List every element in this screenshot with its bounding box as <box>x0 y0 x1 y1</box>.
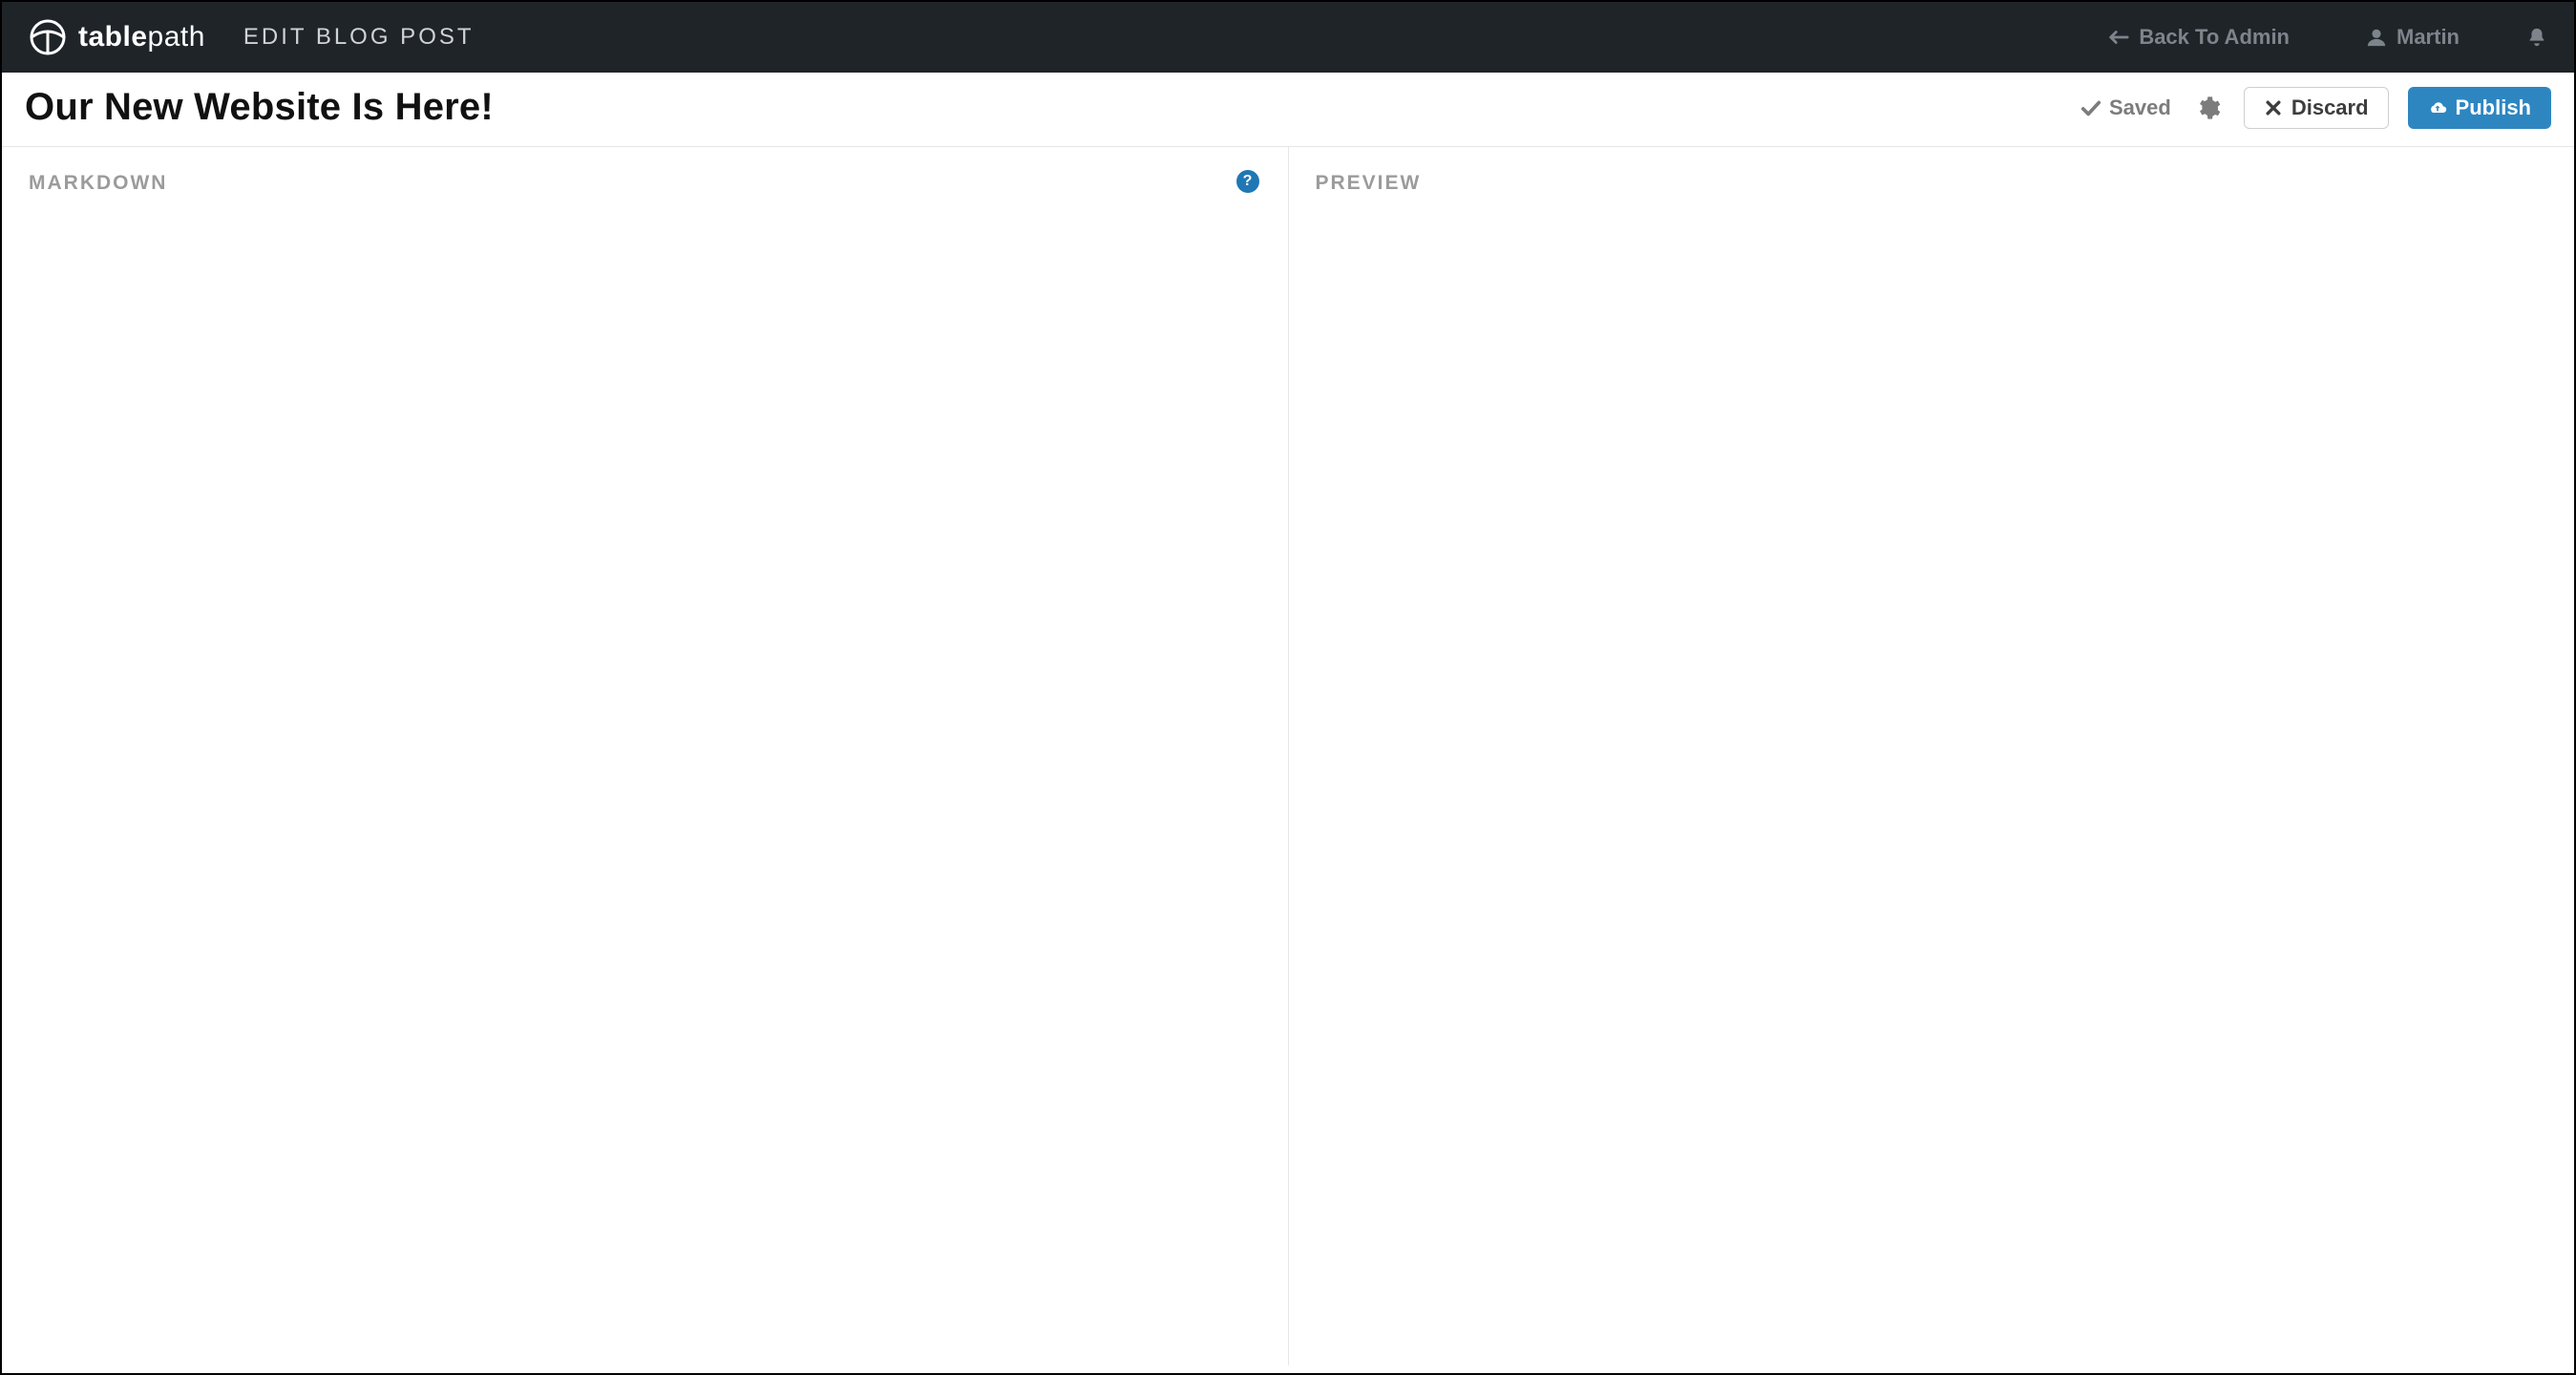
settings-button[interactable] <box>2190 95 2225 121</box>
markdown-pane[interactable]: MARKDOWN ? <box>2 147 1288 1365</box>
discard-button-label: Discard <box>2291 97 2369 118</box>
save-status-label: Saved <box>2109 95 2171 120</box>
top-bar: tablepath EDIT BLOG POST Back To Admin M… <box>2 2 2574 73</box>
page-context: EDIT BLOG POST <box>243 24 475 51</box>
publish-button-label: Publish <box>2456 97 2531 118</box>
brand-logo-icon <box>29 18 67 56</box>
preview-pane: PREVIEW <box>1288 147 2575 1365</box>
user-name: Martin <box>2397 25 2460 50</box>
notifications-button[interactable] <box>2526 27 2547 48</box>
markdown-pane-label: MARKDOWN <box>29 172 1261 195</box>
back-to-admin-label: Back To Admin <box>2139 25 2290 50</box>
brand-name: tablepath <box>78 21 205 53</box>
editor-area: MARKDOWN ? PREVIEW <box>2 147 2574 1365</box>
user-icon <box>2366 27 2387 48</box>
help-icon: ? <box>1243 173 1253 190</box>
title-bar: Saved Discard Publish <box>2 73 2574 147</box>
preview-pane-label: PREVIEW <box>1316 172 2548 195</box>
arrow-left-icon <box>2108 27 2129 48</box>
check-icon <box>2080 97 2101 118</box>
back-to-admin-link[interactable]: Back To Admin <box>2108 25 2290 50</box>
user-menu[interactable]: Martin <box>2366 25 2460 50</box>
gear-icon <box>2194 95 2221 121</box>
bell-icon <box>2526 27 2547 48</box>
cloud-upload-icon <box>2428 98 2447 117</box>
close-icon <box>2264 98 2283 117</box>
save-status: Saved <box>2080 95 2171 120</box>
post-title-input[interactable] <box>25 86 2061 129</box>
publish-button[interactable]: Publish <box>2408 87 2551 129</box>
markdown-help-button[interactable]: ? <box>1236 170 1259 193</box>
brand[interactable]: tablepath <box>29 18 205 56</box>
discard-button[interactable]: Discard <box>2244 87 2389 129</box>
